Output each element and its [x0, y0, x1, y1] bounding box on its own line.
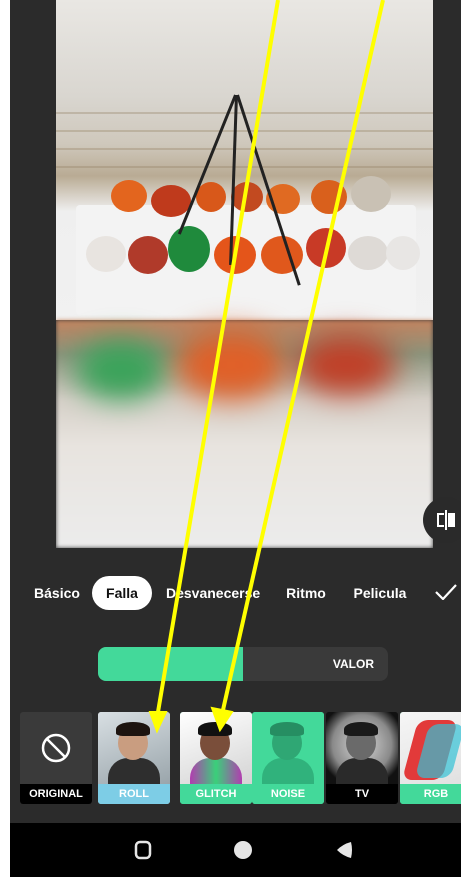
effect-tv[interactable]: TV	[326, 712, 398, 804]
compare-button[interactable]	[423, 497, 461, 543]
video-preview[interactable]	[56, 0, 433, 548]
back-triangle-icon[interactable]	[333, 839, 355, 861]
effect-label: TV	[326, 784, 398, 804]
effect-thumbnail	[326, 712, 398, 788]
app-screen: Básico Falla Desvanecerse Ritmo Pelicula…	[10, 0, 461, 877]
effect-label: GLITCH	[180, 784, 252, 804]
tab-desvanecerse[interactable]: Desvanecerse	[166, 576, 260, 610]
slider-fill	[98, 647, 243, 681]
system-navigation-bar	[10, 823, 461, 877]
tab-basico[interactable]: Básico	[32, 576, 82, 610]
effect-label: RGB	[400, 784, 461, 804]
glitch-blurred-area	[56, 320, 433, 548]
effect-category-tabs: Básico Falla Desvanecerse Ritmo Pelicula	[10, 576, 461, 612]
compare-icon	[437, 510, 455, 530]
preview-scene	[56, 0, 433, 320]
check-icon[interactable]	[435, 584, 457, 600]
effect-noise[interactable]: NOISE	[252, 712, 324, 804]
intensity-slider[interactable]: VALOR	[98, 647, 388, 681]
effect-label: NOISE	[252, 784, 324, 804]
tab-pelicula[interactable]: Pelicula	[352, 576, 408, 610]
tab-falla[interactable]: Falla	[92, 576, 152, 610]
effect-thumbnail	[98, 712, 170, 788]
square-nav-icon[interactable]	[134, 840, 152, 860]
effect-rgb[interactable]: RGB	[400, 712, 461, 804]
no-effect-icon	[41, 733, 71, 763]
effect-glitch[interactable]: GLITCH	[180, 712, 252, 804]
effect-thumbnail	[180, 712, 252, 788]
effect-original[interactable]: ORIGINAL	[20, 712, 92, 804]
tab-ritmo[interactable]: Ritmo	[284, 576, 328, 610]
effect-label: ORIGINAL	[20, 784, 92, 804]
effect-roll[interactable]: ROLL	[98, 712, 170, 804]
slider-label: VALOR	[332, 657, 374, 671]
effect-label: ROLL	[98, 784, 170, 804]
effect-thumbnail	[252, 712, 324, 788]
circle-nav-icon[interactable]	[232, 839, 254, 861]
effect-thumbnail	[400, 712, 461, 784]
